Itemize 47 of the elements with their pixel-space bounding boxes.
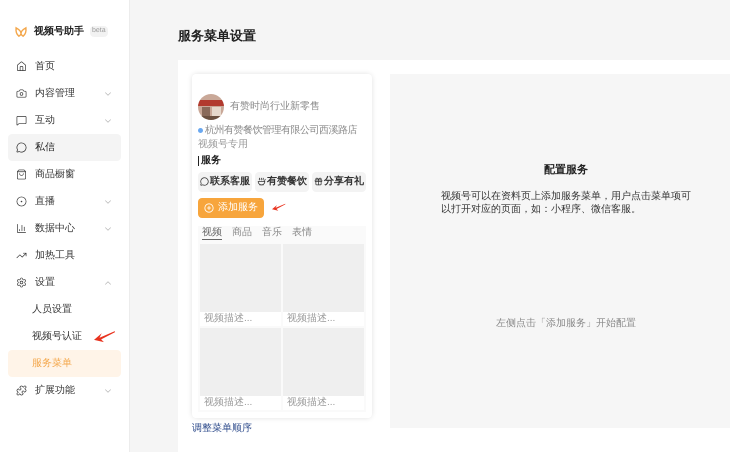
camera-icon: [16, 88, 27, 99]
service-chip[interactable]: 联系客服: [198, 172, 252, 192]
section-title: 服务: [198, 156, 221, 166]
gift-icon: [314, 177, 323, 186]
account-name: 有赞时尚行业新零售: [230, 100, 320, 114]
bag-icon: [16, 169, 27, 180]
nav-item[interactable]: 扩展功能: [8, 377, 121, 404]
nav-item[interactable]: 内容管理: [8, 80, 121, 107]
video-caption: 视频描述...: [203, 312, 254, 326]
nav-item[interactable]: 直播: [8, 188, 121, 215]
plus-icon: [204, 202, 214, 212]
puzzle-icon: [16, 385, 27, 396]
config-title: 配置服务: [544, 162, 588, 178]
nav-item[interactable]: 设置: [8, 269, 121, 296]
chart-icon: [16, 250, 27, 261]
bar-chart-icon: [16, 223, 27, 234]
video-caption: 视频描述...: [286, 396, 336, 410]
nav-item[interactable]: 加热工具: [8, 242, 121, 269]
nav-subitem[interactable]: 人员设置: [8, 296, 121, 323]
pointer-arrow-icon: [272, 203, 286, 212]
nav-item[interactable]: 私信: [8, 134, 121, 161]
pointer-arrow-icon: [94, 330, 116, 344]
service-chip[interactable]: 分享有礼: [312, 172, 366, 192]
nav-subitem[interactable]: 视频号认证: [8, 323, 121, 350]
preview-tab[interactable]: 视频: [202, 226, 222, 240]
video-caption: 视频描述...: [203, 396, 254, 410]
nav-item[interactable]: 商品橱窗: [8, 161, 121, 188]
settings-icon: [16, 277, 27, 288]
video-caption: 视频描述...: [286, 312, 336, 326]
app-name: 视频号助手: [34, 24, 84, 39]
message-icon: [16, 142, 27, 153]
location-text: 杭州有赞餐饮管理有限公司西溪路店: [205, 126, 357, 136]
service-chip[interactable]: 有赞餐饮: [255, 172, 309, 192]
chat-icon: [200, 177, 209, 186]
home-icon: [16, 61, 27, 72]
config-hint: 左侧点击「添加服务」开始配置: [496, 316, 636, 331]
logo-icon: [14, 24, 28, 38]
bowl-icon: [257, 177, 266, 186]
nav-item[interactable]: 互动: [8, 107, 121, 134]
account-tag: 视频号专用: [198, 140, 248, 150]
config-description: 视频号可以在资料页上添加服务菜单，用户点击菜单项可以打开对应的页面，如：小程序、微信客服。: [441, 190, 691, 216]
page-title: 服务菜单设置: [178, 27, 256, 45]
nav-item[interactable]: 首页: [8, 53, 121, 80]
nav-item[interactable]: 数据中心: [8, 215, 121, 242]
ring-icon: [16, 196, 27, 207]
chat-icon: [16, 115, 27, 126]
reorder-link[interactable]: 调整菜单顺序: [192, 424, 252, 434]
